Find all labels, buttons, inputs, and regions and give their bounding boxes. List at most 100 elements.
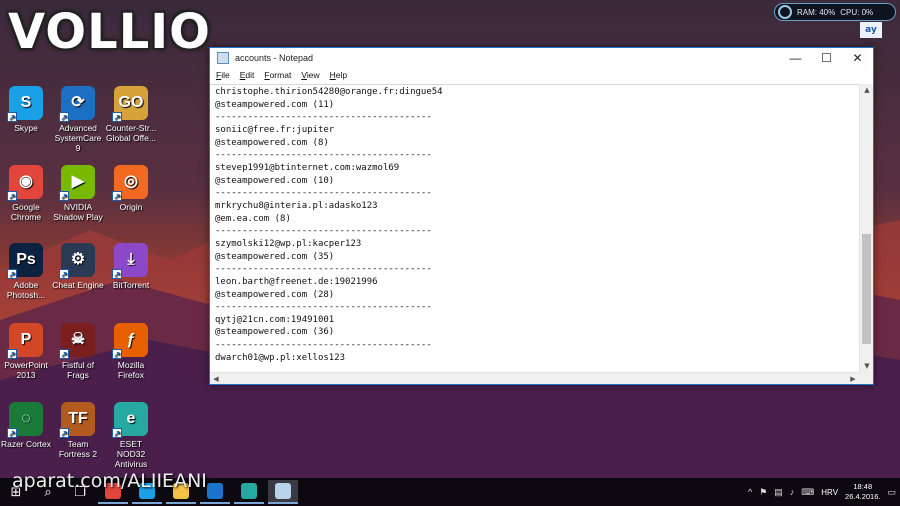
- system-tray: ^ ⚑ ▤ ♪ ⌨ HRV 18:48 26.4.2016. ▭: [748, 478, 896, 506]
- shortcut-arrow-icon: ↗: [59, 269, 69, 279]
- watermark-logo: VOLLIO: [8, 4, 211, 60]
- desktop-icon[interactable]: ◉ ↗ Google Chrome: [0, 165, 52, 222]
- desktop-icon-label: Cheat Engine: [52, 280, 104, 290]
- text-line: stevep1991@btinternet.com:wazmol69: [215, 162, 400, 173]
- notepad-icon: [275, 483, 291, 499]
- app-glyph: ⟳: [71, 94, 85, 111]
- desktop-icon[interactable]: ƒ ↗ Mozilla Firefox: [105, 323, 157, 380]
- desktop-icon-label: Team Fortress 2: [58, 439, 98, 459]
- keyboard-icon[interactable]: ⌨: [801, 487, 814, 498]
- app-glyph: ⚙: [70, 251, 86, 268]
- desktop-icon-label: Mozilla Firefox: [117, 360, 145, 380]
- text-line: @steampowered.com (10): [215, 175, 335, 186]
- text-line: ----------------------------------------: [215, 264, 432, 275]
- text-line: ----------------------------------------: [215, 302, 432, 313]
- text-line: @steampowered.com (36): [215, 327, 335, 338]
- desktop-icon[interactable]: P ↗ PowerPoint 2013: [0, 323, 52, 380]
- tray-app-icon[interactable]: ⚑: [759, 487, 767, 498]
- scroll-up-icon[interactable]: ▲: [860, 84, 874, 96]
- shortcut-arrow-icon: ↗: [59, 191, 69, 201]
- close-button[interactable]: ✕: [842, 48, 873, 68]
- partial-desktop-icon[interactable]: ay: [860, 22, 882, 38]
- desktop-icon[interactable]: S ↗ Skype: [0, 86, 52, 133]
- desktop-icon-label: PowerPoint 2013: [4, 360, 48, 380]
- volume-icon[interactable]: ♪: [790, 487, 795, 497]
- desktop-icon[interactable]: Ps ↗ Adobe Photosh...: [0, 243, 52, 300]
- store-icon: [207, 483, 223, 499]
- desktop-icon[interactable]: TF ↗ Team Fortress 2: [52, 402, 104, 459]
- language-indicator[interactable]: HRV: [821, 488, 838, 497]
- text-line: @steampowered.com (28): [215, 289, 335, 300]
- app-icon: GO ↗: [112, 86, 148, 122]
- desktop-icon[interactable]: ◌ ↗ Razer Cortex: [0, 402, 52, 449]
- shortcut-arrow-icon: ↗: [7, 112, 17, 122]
- app-icon: ⤓ ↗: [112, 243, 148, 279]
- text-line: ----------------------------------------: [215, 226, 432, 237]
- desktop-icon[interactable]: ⟳ ↗ Advanced SystemCare 9: [52, 86, 104, 153]
- desktop-icon[interactable]: GO ↗ Counter-Str... Global Offe...: [105, 86, 157, 143]
- menu-view[interactable]: View: [301, 70, 319, 80]
- text-line: @steampowered.com (8): [215, 137, 329, 148]
- text-line: ----------------------------------------: [215, 150, 432, 161]
- text-line: mrkrychu8@interia.pl:adasko123: [215, 200, 378, 211]
- horizontal-scrollbar[interactable]: ◀ ▶: [210, 372, 859, 384]
- taskbar-notepad-icon[interactable]: [268, 480, 298, 504]
- clock-time: 18:48: [853, 482, 873, 491]
- desktop-icon[interactable]: e ↗ ESET NOD32 Antivirus: [105, 402, 157, 469]
- app-glyph: S: [20, 94, 32, 111]
- app-icon: ◉ ↗: [7, 165, 43, 201]
- text-line: soniic@free.fr:jupiter: [215, 124, 335, 135]
- desktop-icon-label: ESET NOD32 Antivirus: [114, 439, 148, 469]
- clock[interactable]: 18:48 26.4.2016.: [845, 482, 880, 502]
- text-editor[interactable]: christophe.thirion54280@orange.fr:dingue…: [210, 84, 859, 372]
- app-icon: P ↗: [7, 323, 43, 359]
- desktop-icon-label: Adobe Photosh...: [6, 280, 46, 300]
- app-glyph: TF: [68, 410, 88, 427]
- scroll-right-icon[interactable]: ▶: [847, 373, 859, 385]
- menu-help[interactable]: Help: [330, 70, 347, 80]
- scroll-thumb[interactable]: [862, 234, 871, 344]
- app-icon: ◎ ↗: [112, 165, 148, 201]
- desktop-icon[interactable]: ☠ ↗ Fistful of Frags: [52, 323, 104, 380]
- text-line: dwarch01@wp.pl:xellos123: [215, 352, 346, 363]
- app-glyph: ◉: [19, 173, 33, 190]
- scroll-down-icon[interactable]: ▼: [860, 360, 874, 372]
- shortcut-arrow-icon: ↗: [7, 191, 17, 201]
- app-icon: ☠ ↗: [59, 323, 95, 359]
- scroll-left-icon[interactable]: ◀: [210, 373, 222, 385]
- desktop-icon-label: Fistful of Frags: [61, 360, 95, 380]
- taskbar-eset-icon[interactable]: [234, 480, 264, 504]
- system-monitor-widget: RAM: 40% CPU: 0%: [774, 3, 896, 21]
- notepad-window[interactable]: accounts - Notepad — ☐ ✕ File Edit Forma…: [209, 47, 874, 385]
- gauge-icon: [778, 5, 792, 19]
- desktop-icon-label: Counter-Str... Global Offe...: [105, 123, 157, 143]
- title-bar[interactable]: accounts - Notepad — ☐ ✕: [210, 48, 873, 68]
- maximize-button[interactable]: ☐: [811, 48, 842, 68]
- menu-edit[interactable]: Edit: [240, 70, 255, 80]
- ram-usage: RAM: 40%: [797, 7, 836, 17]
- shortcut-arrow-icon: ↗: [112, 428, 122, 438]
- desktop-icon-label: Advanced SystemCare 9: [54, 123, 102, 153]
- app-glyph: ◎: [124, 173, 138, 190]
- minimize-button[interactable]: —: [780, 48, 811, 68]
- text-line: @steampowered.com (11): [215, 99, 335, 110]
- menu-format[interactable]: Format: [264, 70, 291, 80]
- text-line: christophe.thirion54280@orange.fr:dingue…: [215, 87, 443, 97]
- notifications-icon[interactable]: ▭: [887, 487, 896, 498]
- shortcut-arrow-icon: ↗: [7, 428, 17, 438]
- notepad-icon: [217, 52, 229, 64]
- desktop-icon[interactable]: ⤓ ↗ BitTorrent: [105, 243, 157, 290]
- vertical-scrollbar[interactable]: ▲ ▼: [859, 84, 873, 372]
- tray-chevron-icon[interactable]: ^: [748, 487, 752, 497]
- editor-content[interactable]: christophe.thirion54280@orange.fr:dingue…: [210, 85, 859, 364]
- menu-file[interactable]: File: [216, 70, 230, 80]
- shortcut-arrow-icon: ↗: [59, 349, 69, 359]
- shortcut-arrow-icon: ↗: [7, 269, 17, 279]
- app-glyph: ◌: [21, 410, 31, 427]
- desktop-icon[interactable]: ▶ ↗ NVIDIA Shadow Play: [52, 165, 104, 222]
- desktop-icon[interactable]: ◎ ↗ Origin: [105, 165, 157, 212]
- desktop-icon[interactable]: ⚙ ↗ Cheat Engine: [52, 243, 104, 290]
- network-icon[interactable]: ▤: [774, 487, 783, 498]
- text-line: @em.ea.com (8): [215, 213, 291, 224]
- watermark-footer: aparat.com/ALIIEANI: [12, 470, 207, 492]
